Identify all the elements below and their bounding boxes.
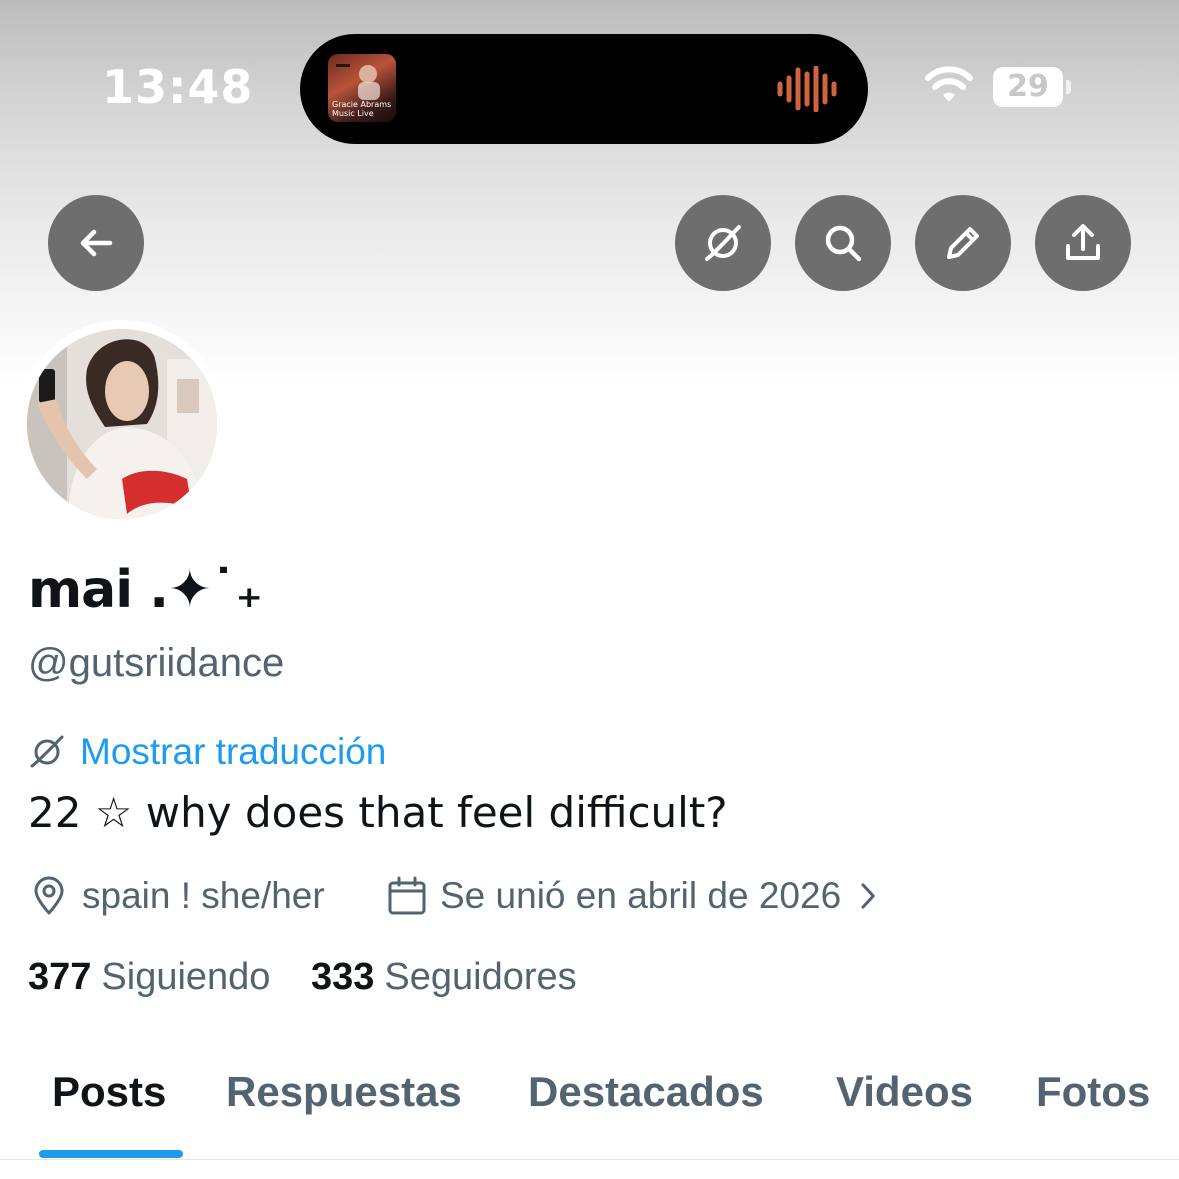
location: spain ! she/her (28, 870, 325, 922)
join-date-text: Se unió en abril de 2026 (440, 875, 842, 916)
following-stat[interactable]: 377 Siguiendo (28, 956, 270, 1006)
tab-videos[interactable]: Videos (836, 1068, 973, 1116)
album-title: Gracie Abrams (332, 100, 392, 109)
translate-icon (30, 735, 64, 768)
avatar[interactable] (27, 329, 217, 519)
search-button[interactable] (795, 195, 891, 291)
tab-replies[interactable]: Respuestas (226, 1068, 462, 1116)
audio-waveform-icon (777, 66, 837, 112)
battery-indicator: 29 (993, 67, 1063, 107)
share-button[interactable] (1035, 195, 1131, 291)
following-label: Siguiendo (101, 956, 271, 998)
back-button[interactable] (48, 195, 144, 291)
followers-stat[interactable]: 333 Seguidores (311, 956, 577, 1006)
dynamic-island[interactable]: Gracie Abrams Music Live (300, 34, 868, 144)
tab-photos[interactable]: Fotos (1036, 1068, 1150, 1116)
search-icon (825, 225, 862, 262)
followers-label: Seguidores (384, 956, 577, 998)
translate-button[interactable] (675, 195, 771, 291)
battery-nub (1066, 80, 1071, 94)
status-time: 13:48 (102, 60, 254, 114)
tab-divider (0, 1159, 1179, 1160)
album-art: Gracie Abrams Music Live (328, 54, 396, 122)
followers-count: 333 (311, 956, 375, 998)
share-icon (1066, 224, 1100, 260)
edit-button[interactable] (915, 195, 1011, 291)
pencil-icon (947, 227, 979, 259)
battery-level: 29 (1007, 69, 1049, 104)
tab-posts[interactable]: Posts (52, 1068, 166, 1116)
location-text: spain ! she/her (82, 875, 325, 916)
show-translation-label: Mostrar traducción (80, 731, 387, 772)
active-tab-indicator (39, 1150, 183, 1158)
display-name: mai .✦˙₊ (28, 560, 263, 620)
bio: 22 ☆ why does that feel difficult? (28, 788, 728, 837)
chevron-right-icon (861, 883, 875, 909)
join-date[interactable]: Se unió en abril de 2026 (386, 870, 887, 922)
wifi-icon (925, 66, 973, 102)
tab-highlights[interactable]: Destacados (528, 1068, 764, 1116)
show-translation-link[interactable]: Mostrar traducción (28, 728, 386, 776)
location-pin-icon (34, 876, 64, 915)
album-subtitle: Music Live (332, 109, 374, 118)
avatar-photo (27, 329, 217, 519)
user-handle: @gutsriidance (28, 641, 285, 685)
translate-icon (705, 225, 741, 261)
following-count: 377 (28, 956, 92, 998)
arrow-left-icon (80, 229, 113, 257)
calendar-icon (388, 876, 426, 915)
